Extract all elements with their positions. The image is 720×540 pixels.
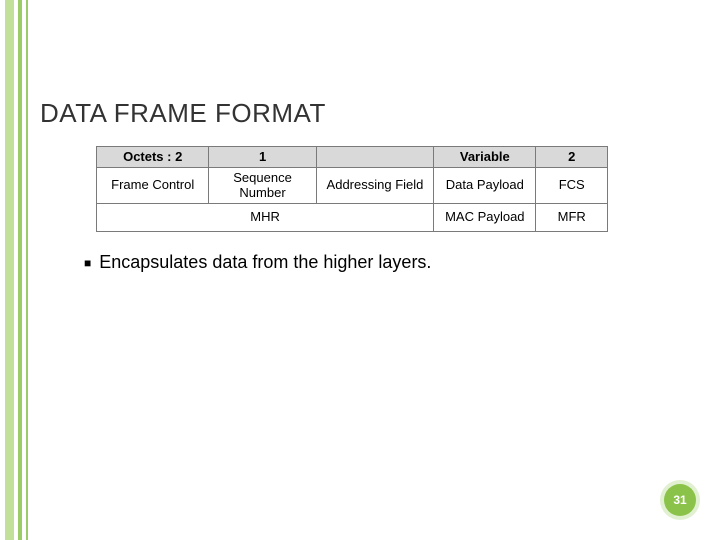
frame-format-table: Octets : 2 1 Variable 2 Frame Control Se… [96, 146, 608, 232]
table-cell: MFR [536, 203, 608, 231]
header-cell: 2 [536, 147, 608, 168]
page-title: DATA FRAME FORMAT [40, 98, 326, 129]
stripe [18, 0, 22, 540]
header-cell [316, 147, 434, 168]
header-cell: Variable [434, 147, 536, 168]
stripe [26, 0, 28, 540]
stripe [5, 0, 14, 540]
table-cell: FCS [536, 167, 608, 203]
table-cell: Addressing Field [316, 167, 434, 203]
bullet-item: ■ Encapsulates data from the higher laye… [84, 252, 431, 274]
bullet-text: Encapsulates data from the higher layers… [99, 252, 431, 273]
page-number-badge: 31 [664, 484, 696, 516]
table-row: Frame Control Sequence Number Addressing… [97, 167, 608, 203]
table-row: MHR MAC Payload MFR [97, 203, 608, 231]
table-cell: Frame Control [97, 167, 209, 203]
table-cell: Sequence Number [209, 167, 316, 203]
bullet-icon: ■ [84, 252, 91, 274]
header-cell: Octets : 2 [97, 147, 209, 168]
table-cell-merged: MHR [97, 203, 434, 231]
table-header-row: Octets : 2 1 Variable 2 [97, 147, 608, 168]
table-cell: Data Payload [434, 167, 536, 203]
header-cell: 1 [209, 147, 316, 168]
table-cell: MAC Payload [434, 203, 536, 231]
page-number: 31 [673, 493, 686, 507]
decorative-left-stripes [0, 0, 36, 540]
